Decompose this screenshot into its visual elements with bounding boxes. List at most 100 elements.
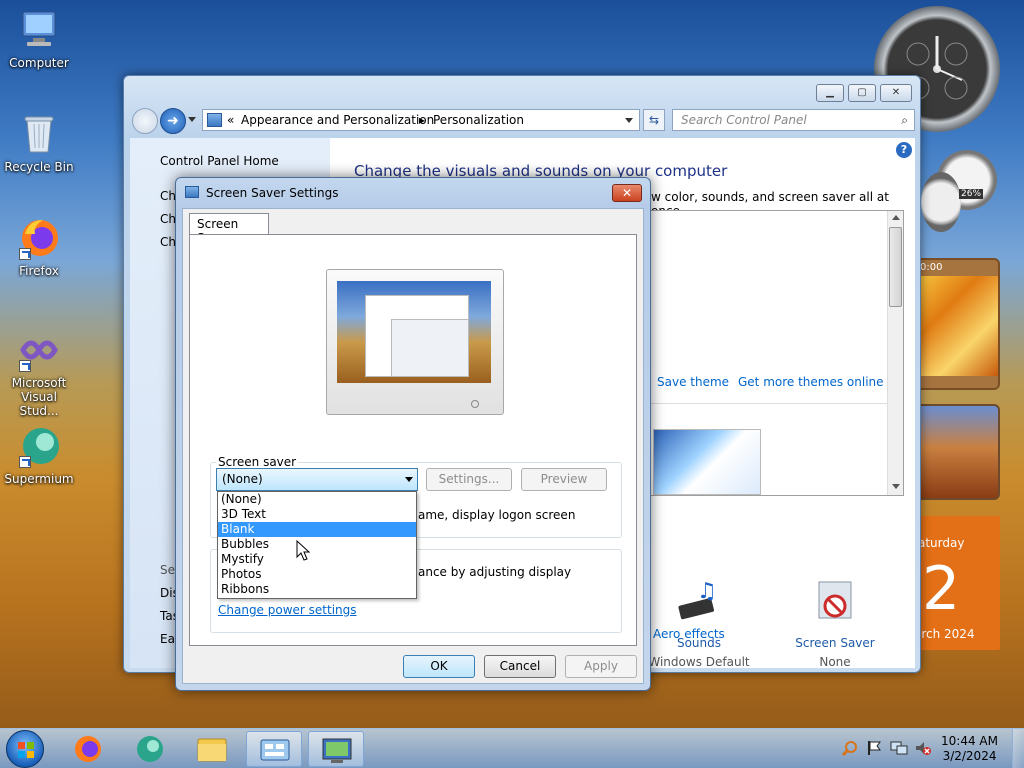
option-blank[interactable]: Blank: [218, 522, 416, 537]
search-icon[interactable]: ⌕: [901, 113, 908, 128]
shortcut-arrow-icon: [19, 360, 31, 372]
get-more-themes-link[interactable]: Get more themes online: [738, 375, 884, 389]
desktop-icon-label: Computer: [9, 56, 69, 70]
chevron-down-icon[interactable]: [405, 477, 413, 482]
taskbar-control-panel-button[interactable]: [246, 731, 302, 767]
screen-saver-select[interactable]: (None): [216, 468, 418, 491]
option-bubbles[interactable]: Bubbles: [218, 537, 416, 552]
clock-time: 10:44 AM: [941, 734, 998, 748]
desktop-icon-recycle-bin[interactable]: Recycle Bin: [0, 112, 78, 174]
option-ribbons[interactable]: Ribbons: [218, 582, 416, 597]
left-pane-link-1[interactable]: Ch: [160, 189, 176, 203]
screen-saver-group-label: Screen saver: [216, 455, 299, 469]
system-clock[interactable]: 10:44 AM 3/2/2024: [941, 734, 998, 764]
desktop-icon-label: Supermium: [4, 472, 74, 486]
address-bar[interactable]: « Appearance and Personalization ▸ Perso…: [202, 109, 640, 131]
screen-saver-select-value: (None): [222, 472, 263, 486]
theme-list[interactable]: Save theme Get more themes online: [650, 210, 904, 496]
save-theme-link[interactable]: Save theme: [657, 375, 729, 389]
option-none[interactable]: (None): [218, 492, 416, 507]
option-3d-text[interactable]: 3D Text: [218, 507, 416, 522]
desktop-icon-visual-studio[interactable]: Microsoft Visual Stud...: [0, 328, 78, 418]
tray-search-icon[interactable]: [841, 740, 858, 757]
option-mystify[interactable]: Mystify: [218, 552, 416, 567]
back-button[interactable]: [132, 108, 158, 134]
dialog-body: Screen Saver Screen saver Settings... Pr…: [182, 208, 644, 684]
visual-studio-icon: [17, 328, 61, 372]
network-icon[interactable]: [890, 740, 908, 756]
computer-icon: [17, 8, 61, 52]
desktop-icon-computer[interactable]: Computer: [0, 8, 78, 70]
search-input[interactable]: Search Control Panel: [681, 113, 807, 127]
preview-button[interactable]: Preview: [521, 468, 607, 491]
sounds-item[interactable]: ♫ Sounds Windows Default: [644, 579, 754, 669]
resume-logon-label: ame, display logon screen: [418, 508, 576, 522]
forward-button[interactable]: ➜: [160, 108, 186, 134]
scroll-down-icon[interactable]: [892, 484, 900, 489]
calendar-day: 2: [922, 554, 961, 624]
desktop-icon-firefox[interactable]: Firefox: [0, 216, 78, 278]
picture-puzzle-gadget[interactable]: 0:00: [910, 258, 1000, 390]
desktop-icon-label: Firefox: [19, 264, 59, 278]
theme-divider: [651, 403, 887, 404]
close-window-button[interactable]: ✕: [880, 84, 912, 102]
apply-button[interactable]: Apply: [565, 655, 637, 678]
taskbar: 10:44 AM 3/2/2024: [0, 728, 1024, 768]
cancel-button[interactable]: Cancel: [484, 655, 556, 678]
scroll-thumb[interactable]: [889, 227, 902, 307]
search-box[interactable]: Search Control Panel ⌕: [672, 109, 915, 131]
maximize-button[interactable]: ▢: [848, 84, 876, 102]
address-dropdown-icon[interactable]: [625, 118, 633, 123]
dialog-close-button[interactable]: ✕: [612, 184, 642, 202]
breadcrumb-personalization[interactable]: Personalization: [433, 113, 524, 127]
taskbar-supermium-button[interactable]: [122, 731, 178, 767]
shortcut-arrow-icon: [19, 456, 31, 468]
taskbar-explorer-button[interactable]: [184, 731, 240, 767]
taskbar-screen-saver-button[interactable]: [308, 731, 364, 767]
action-center-flag-icon[interactable]: [866, 740, 882, 756]
sounds-value: Windows Default: [648, 655, 750, 669]
start-button[interactable]: [6, 730, 44, 768]
aero-effects-link[interactable]: Aero effects: [653, 627, 725, 641]
left-pane-link-2[interactable]: Ch: [160, 212, 176, 226]
help-icon[interactable]: ?: [896, 142, 912, 158]
taskbar-firefox-button[interactable]: [60, 731, 116, 767]
shortcut-arrow-icon: [19, 248, 31, 260]
screen-saver-item[interactable]: Screen Saver None: [780, 580, 890, 669]
control-panel-icon: [260, 739, 290, 761]
minimize-button[interactable]: ▁: [816, 84, 844, 102]
monitor-power-icon: [471, 400, 479, 408]
desktop-icon-supermium[interactable]: Supermium: [0, 424, 78, 486]
scroll-up-icon[interactable]: [892, 215, 900, 220]
volume-muted-icon[interactable]: [914, 740, 932, 756]
calendar-gadget[interactable]: aturday 2 arch 2024: [910, 516, 1000, 650]
control-panel-icon: [207, 113, 222, 127]
option-photos[interactable]: Photos: [218, 567, 416, 582]
theme-list-scrollbar[interactable]: [887, 211, 903, 495]
breadcrumb-prefix: «: [227, 113, 235, 127]
supermium-icon: [137, 736, 163, 762]
ok-button[interactable]: OK: [403, 655, 475, 678]
calendar-month: arch 2024: [914, 627, 975, 641]
refresh-button[interactable]: ⇆: [643, 109, 665, 131]
tab-screen-saver[interactable]: Screen Saver: [189, 213, 269, 245]
control-panel-home-link[interactable]: Control Panel Home: [160, 154, 279, 168]
cpu-meter-gadget[interactable]: 26%: [921, 150, 997, 234]
show-desktop-button[interactable]: [1012, 729, 1024, 768]
power-description: ance by adjusting display: [418, 565, 572, 579]
recycle-bin-icon: [17, 112, 61, 156]
breadcrumb-appearance[interactable]: Appearance and Personalization: [241, 113, 434, 127]
dialog-title: Screen Saver Settings: [206, 186, 339, 200]
slideshow-gadget[interactable]: [910, 404, 1000, 500]
change-power-settings-link[interactable]: Change power settings: [218, 603, 357, 617]
left-pane-link-3[interactable]: Ch: [160, 235, 176, 249]
sounds-icon: ♫: [675, 579, 723, 626]
theme-thumbnail[interactable]: [653, 429, 761, 495]
screen-saver-options-list[interactable]: (None) 3D Text Blank Bubbles Mystify Pho…: [217, 491, 417, 599]
firefox-icon: [17, 216, 61, 260]
recent-pages-dropdown-icon[interactable]: [188, 117, 196, 122]
settings-button[interactable]: Settings...: [426, 468, 512, 491]
cpu-meter-value: 26%: [959, 189, 984, 199]
breadcrumb-separator-icon: ▸: [419, 113, 426, 127]
screen-saver-settings-icon: [185, 186, 199, 198]
